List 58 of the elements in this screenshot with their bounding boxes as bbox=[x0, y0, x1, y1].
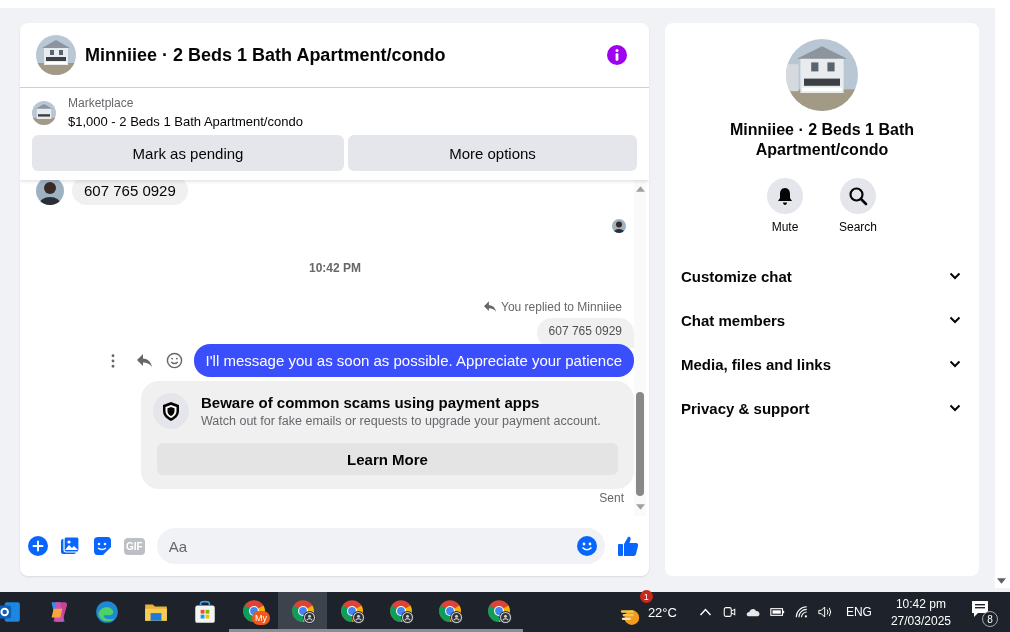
browser-icon bbox=[289, 597, 316, 624]
browser-icon bbox=[436, 597, 463, 624]
bell-icon bbox=[775, 186, 795, 206]
outgoing-message: I'll message you as soon as possible. Appreciate your patience bbox=[193, 344, 634, 377]
volume-icon[interactable] bbox=[817, 605, 833, 619]
conversation-name: Minniiee · 2 Beds 1 Bath Apartment/condo bbox=[728, 120, 915, 160]
message-input[interactable]: Aa bbox=[156, 528, 605, 564]
search-button[interactable] bbox=[840, 178, 876, 214]
language-indicator[interactable]: ENG bbox=[845, 605, 872, 619]
sticker-icon[interactable] bbox=[92, 536, 112, 556]
seen-avatar bbox=[612, 219, 626, 233]
search-icon bbox=[848, 186, 868, 206]
like-icon[interactable] bbox=[617, 535, 639, 557]
browser-taskbar-button[interactable] bbox=[278, 592, 327, 632]
message-status: Sent bbox=[599, 491, 624, 505]
settings-section[interactable]: Customize chat bbox=[681, 254, 963, 298]
mute-button[interactable] bbox=[767, 178, 803, 214]
scroll-down-icon[interactable] bbox=[997, 578, 1006, 584]
clock[interactable]: 10:42 pm 27/03/2025 bbox=[890, 596, 951, 628]
photo-icon[interactable] bbox=[60, 536, 80, 556]
scrollbar-thumb[interactable] bbox=[636, 392, 644, 496]
listing-action-button[interactable]: Mark as pending bbox=[32, 135, 344, 171]
browser-icon bbox=[387, 597, 414, 624]
shield-icon bbox=[153, 393, 189, 429]
settings-section[interactable]: Privacy & support bbox=[681, 386, 963, 430]
page-scrollbar[interactable] bbox=[995, 8, 1010, 588]
browser-icon bbox=[485, 597, 512, 624]
timestamp: 10:42 PM bbox=[309, 261, 361, 275]
camera-icon[interactable] bbox=[721, 605, 737, 619]
profile-badge: My bbox=[252, 611, 270, 625]
reply-note: You replied to Minniiee bbox=[501, 300, 622, 314]
settings-section[interactable]: Media, files and links bbox=[681, 342, 963, 386]
more-icon[interactable] bbox=[110, 353, 115, 368]
mail-app-icon bbox=[0, 599, 22, 625]
browser-icon bbox=[93, 599, 120, 625]
listing-title[interactable]: $1,000 - 2 Beds 1 Bath Apartment/condo bbox=[68, 114, 303, 129]
listing-action-button[interactable]: More options bbox=[348, 135, 637, 171]
emoji-icon[interactable] bbox=[165, 352, 183, 369]
temperature[interactable]: 22°C bbox=[647, 604, 677, 620]
battery-icon[interactable] bbox=[769, 605, 785, 619]
wifi-icon[interactable] bbox=[793, 605, 809, 619]
listing-source: Marketplace bbox=[68, 96, 135, 110]
add-icon[interactable] bbox=[28, 536, 48, 556]
notice-text: Watch out for fake emails or requests to upgrade your payment account. bbox=[201, 414, 601, 428]
chat-title: Minniiee · 2 Beds 1 Bath Apartment/condo bbox=[85, 44, 447, 66]
reply-icon bbox=[484, 301, 497, 313]
notification-count: 8 bbox=[982, 611, 998, 627]
notification-badge: 1 bbox=[639, 590, 653, 603]
emoji-icon[interactable] bbox=[577, 536, 597, 556]
learn-more-button[interactable]: Learn More bbox=[157, 443, 618, 475]
action-label: Mute bbox=[771, 220, 799, 234]
settings-section[interactable]: Chat members bbox=[681, 298, 963, 342]
action-label: Search bbox=[839, 220, 877, 234]
reply-icon[interactable] bbox=[136, 353, 153, 368]
info-icon[interactable] bbox=[607, 45, 627, 65]
browser-icon bbox=[338, 597, 365, 624]
notice-title: Beware of common scams using payment apps bbox=[201, 394, 541, 411]
incoming-message: 607 765 0929 bbox=[72, 180, 188, 205]
